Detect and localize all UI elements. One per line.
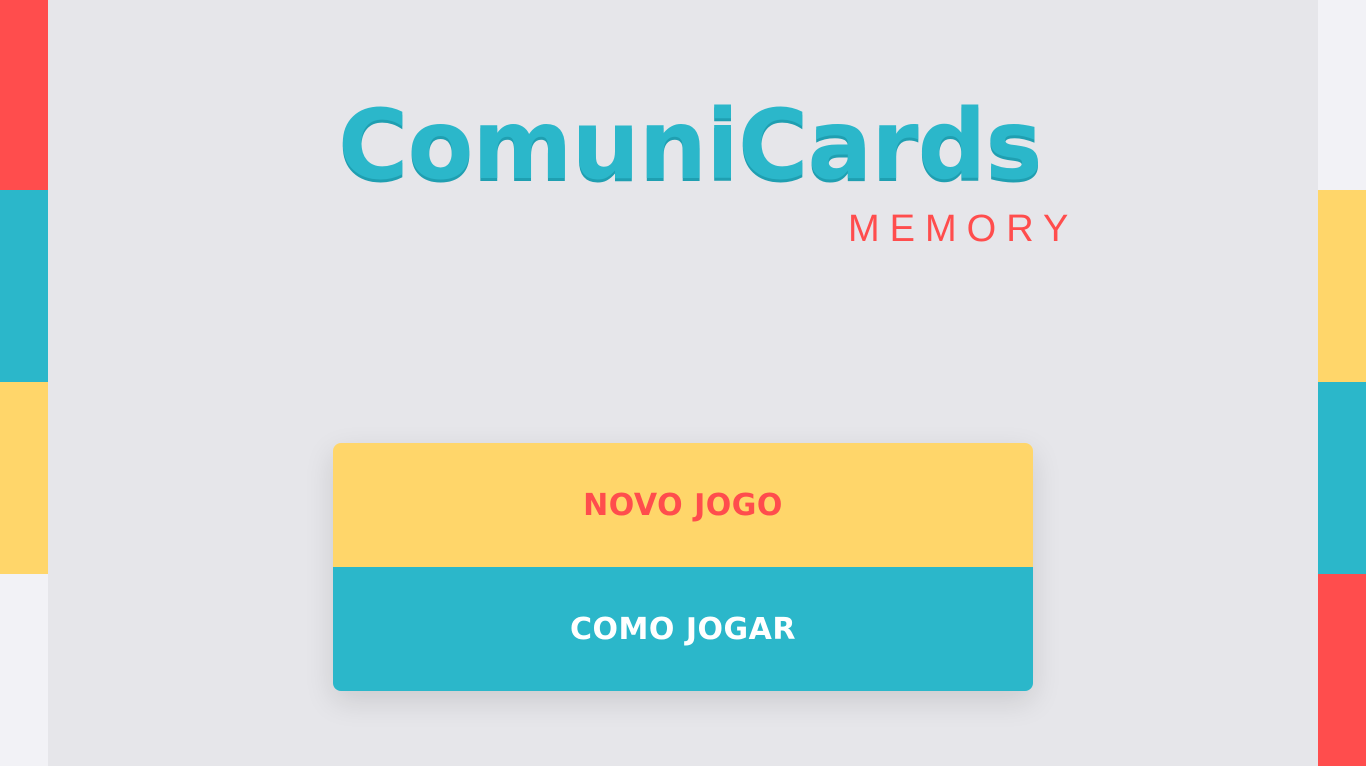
main-panel: ComuniCards MEMORY NOVO JOGO COMO JOGAR xyxy=(48,0,1318,766)
right-strip-segment xyxy=(1318,382,1366,574)
left-strip-segment xyxy=(0,574,48,766)
left-color-strip xyxy=(0,0,48,766)
left-strip-segment xyxy=(0,382,48,574)
new-game-button[interactable]: NOVO JOGO xyxy=(333,443,1033,567)
game-screen: ComuniCards MEMORY NOVO JOGO COMO JOGAR xyxy=(0,0,1366,766)
right-strip-segment xyxy=(1318,190,1366,382)
logo-subtitle: MEMORY xyxy=(848,208,1079,250)
how-to-play-button[interactable]: COMO JOGAR xyxy=(333,567,1033,691)
right-color-strip xyxy=(1318,0,1366,766)
game-logo: ComuniCards MEMORY xyxy=(338,80,1068,260)
right-strip-segment xyxy=(1318,0,1366,192)
right-strip-segment xyxy=(1318,574,1366,766)
left-strip-segment xyxy=(0,190,48,382)
main-menu: NOVO JOGO COMO JOGAR xyxy=(333,443,1033,691)
left-strip-segment xyxy=(0,0,48,192)
logo-title: ComuniCards xyxy=(338,89,1042,201)
